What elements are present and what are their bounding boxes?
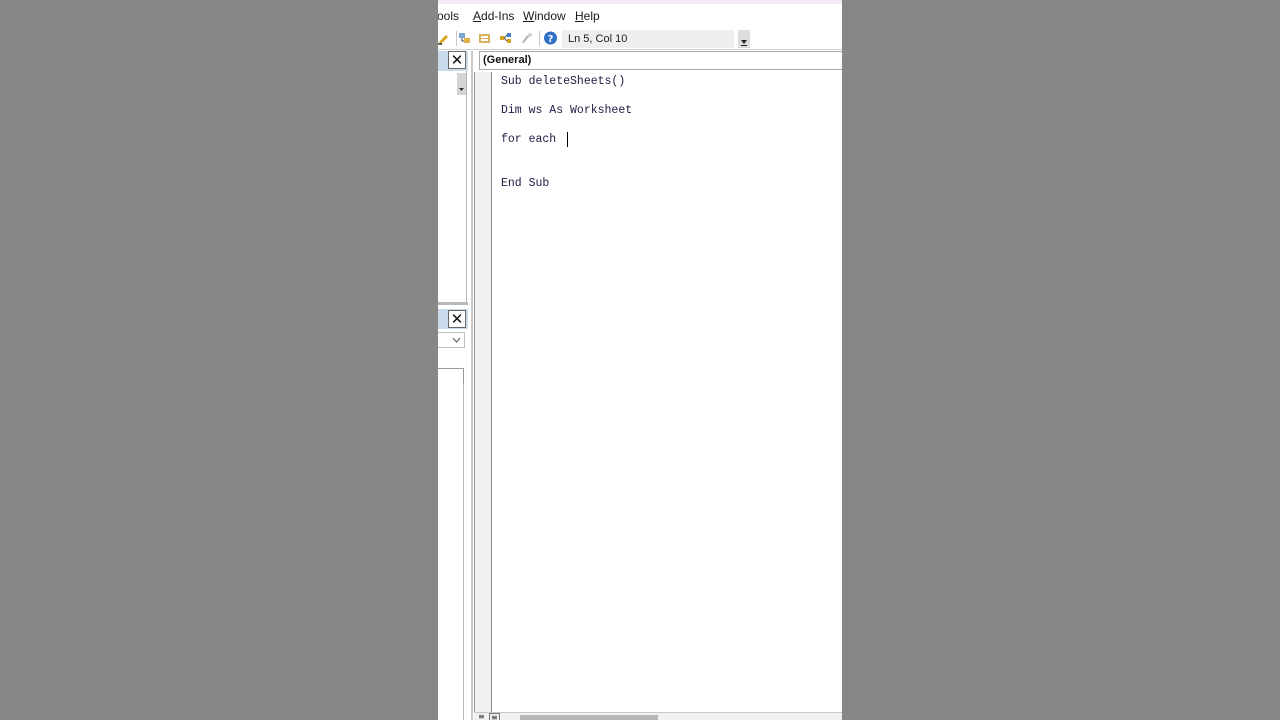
project-pane-close-button[interactable]: ✕: [448, 51, 466, 69]
properties-tab-strip: [438, 368, 464, 384]
toolbar-divider: [438, 49, 842, 50]
menu-tools[interactable]: ools: [438, 9, 459, 23]
close-icon-2: ✕: [450, 309, 464, 328]
object-browser-icon[interactable]: [499, 30, 513, 46]
properties-pane-close-button[interactable]: ✕: [448, 310, 466, 328]
text-caret: [567, 132, 568, 147]
svg-text:?: ?: [548, 34, 554, 45]
code-line-current: for each: [501, 133, 564, 146]
properties-window-icon[interactable]: [478, 30, 492, 46]
menu-add-ins[interactable]: Add-Ins: [473, 9, 514, 23]
menu-help-accel: H: [575, 9, 584, 23]
toolbar-options-dropdown[interactable]: [738, 30, 750, 48]
scroll-down-icon: [459, 88, 464, 91]
project-pane-border: [466, 71, 467, 303]
code-line: Dim ws As Worksheet: [501, 104, 633, 117]
toolbox-icon[interactable]: [520, 30, 534, 46]
full-module-view-icon[interactable]: ≡: [489, 713, 500, 720]
menu-help[interactable]: Help: [575, 9, 600, 23]
toolbar-separator-2: [539, 31, 540, 46]
menu-add-ins-label: dd-Ins: [481, 9, 515, 23]
code-line: Sub deleteSheets(): [501, 75, 626, 88]
code-window-frame: [471, 51, 473, 720]
chevron-down-icon-2: [452, 337, 461, 343]
properties-object-dropdown[interactable]: [438, 332, 465, 348]
procedure-view-icon[interactable]: ≡: [478, 713, 485, 720]
menu-window[interactable]: Window: [523, 9, 566, 23]
pane-splitter[interactable]: [438, 302, 468, 305]
menu-bar: ools Add-Ins Window Help: [438, 4, 842, 28]
menu-tools-label: ools: [438, 9, 460, 23]
code-margin-indicator-bar[interactable]: [474, 72, 492, 712]
close-icon: ✕: [450, 50, 464, 69]
code-editor[interactable]: Sub deleteSheets() Dim ws As Worksheet f…: [493, 72, 842, 712]
object-selector[interactable]: (General): [479, 51, 842, 70]
chevron-down-icon: [741, 40, 747, 46]
project-explorer-icon[interactable]: [458, 30, 472, 46]
code-line: End Sub: [501, 177, 550, 190]
properties-pane-border: [463, 384, 464, 720]
menu-add-ins-accel: A: [473, 9, 482, 23]
menu-window-label: indow: [534, 9, 566, 23]
vba-editor-window: ools Add-Ins Window Help ? Ln 5, Col 10: [438, 0, 842, 720]
cursor-position-status: Ln 5, Col 10: [562, 30, 734, 48]
help-icon[interactable]: ?: [543, 30, 558, 46]
scrollbar-thumb[interactable]: [520, 715, 658, 720]
design-mode-icon[interactable]: [438, 30, 452, 46]
code-horizontal-scrollbar[interactable]: ≡ ≡: [474, 712, 842, 720]
menu-window-accel: W: [523, 9, 535, 23]
standard-toolbar: ? Ln 5, Col 10: [438, 28, 842, 50]
toolbar-separator: [456, 31, 457, 46]
project-pane-scrollbar[interactable]: [457, 73, 466, 95]
menu-help-label: elp: [583, 9, 600, 23]
project-explorer-pane: [438, 71, 464, 301]
